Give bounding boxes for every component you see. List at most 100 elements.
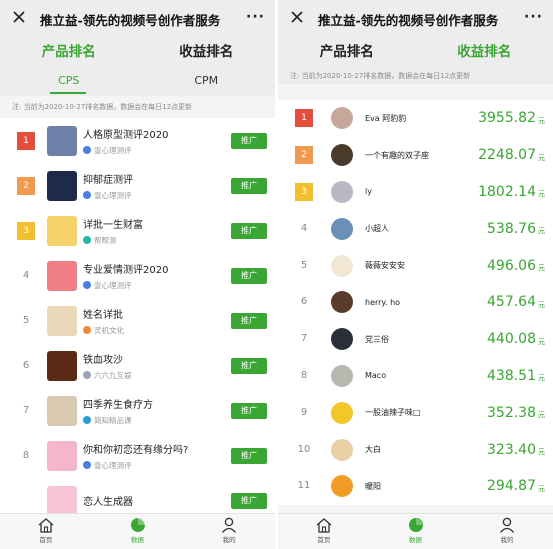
currency-unit: 元 [538,448,545,457]
earnings-row[interactable]: 10 大白 323.40 元 [278,431,553,468]
product-row[interactable]: 2 抑郁症测评 壹心理测评 推广 [0,163,275,208]
nav-me[interactable]: 我的 [461,514,553,549]
tab-product-rank[interactable]: 产品排名 [278,36,416,68]
owner-icon [83,416,91,424]
promote-button[interactable]: 推广 [231,447,267,464]
product-owner: 壹心理测评 [83,190,231,201]
product-owner: 壹心理测评 [83,145,231,156]
bottom-nav: 首页 数据 我的 [278,513,553,549]
user-name: 大白 [365,445,381,455]
product-name: 详批一生财富 [83,219,143,231]
left-screen: 推立益-领先的视频号创作者服务 ··· 产品排名 收益排名 CPS CPM 注:… [0,0,275,549]
nav-home[interactable]: 首页 [278,514,370,549]
earnings-row[interactable]: 3 ly 1802.14 元 [278,174,553,211]
nav-data[interactable]: 数据 [92,514,184,549]
sub-tabs: CPS CPM [0,68,275,96]
currency-unit: 元 [538,337,545,346]
earnings-row[interactable]: 5 薇薇安安安 496.06 元 [278,247,553,284]
subtab-underline [50,92,86,94]
close-icon[interactable] [10,8,28,26]
earnings-row[interactable]: 1 Eva 阿豹豹 3955.82 元 [278,100,553,137]
update-note: 注: 当前为2020-10-27排名数据，数据会在每日12点更新 [278,68,553,84]
rank-badge [17,492,35,510]
product-info: 抑郁症测评 壹心理测评 [83,171,231,201]
earnings-amount: 294.87 [487,478,536,495]
currency-unit: 元 [538,374,545,383]
tab-earnings-rank[interactable]: 收益排名 [138,36,276,68]
earnings-row[interactable]: 4 小超人 538.76 元 [278,210,553,247]
promote-button[interactable]: 推广 [231,492,267,509]
owner-name: 壹心理测评 [94,145,132,155]
promote-button[interactable]: 推广 [231,267,267,284]
promote-button[interactable]: 推广 [231,357,267,374]
product-row[interactable]: 5 姓名详批 灵机文化 推广 [0,298,275,343]
user-avatar [331,144,353,167]
user-avatar [331,254,353,277]
product-name: 铁血攻沙 [83,354,123,366]
owner-icon [83,326,91,334]
user-name: 薇薇安安安 [365,261,405,271]
promote-button[interactable]: 推广 [231,132,267,149]
rank-badge: 11 [297,480,311,492]
earnings-row[interactable]: 9 一股油辣子味□ 352.38 元 [278,394,553,431]
product-info: 恋人生成器 [83,493,231,508]
product-row[interactable]: 7 四季养生食疗方 简知精品课 推广 [0,388,275,433]
user-name: herry. ho [365,297,401,307]
more-icon[interactable]: ··· [524,9,543,25]
earnings-row[interactable]: 11 暖阳 294.87 元 [278,468,553,505]
product-info: 姓名详批灵机文化 [83,306,231,336]
user-avatar [331,438,353,461]
rank-badge: 6 [300,296,308,308]
product-info: 铁血攻沙 六六九互娱 [83,351,231,381]
product-info: 四季养生食疗方 简知精品课 [83,396,231,426]
right-screen: 推立益-领先的视频号创作者服务 ··· 产品排名 收益排名 注: 当前为2020… [278,0,553,549]
nav-data[interactable]: 数据 [370,514,462,549]
user-avatar [331,401,353,424]
product-owner: 灵机文化 [83,325,231,336]
tab-earnings-rank[interactable]: 收益排名 [416,36,553,68]
product-name: 姓名详批 [83,309,123,321]
owner-name: 灵机文化 [94,325,124,335]
nav-home-label: 首页 [39,536,53,544]
more-icon[interactable]: ··· [246,9,265,25]
promote-button[interactable]: 推广 [231,312,267,329]
earnings-row[interactable]: 7 党三俗 440.08 元 [278,321,553,358]
earnings-row[interactable]: 8 Maco 438.51 元 [278,358,553,395]
product-row[interactable]: 4 专业爱情测评2020 壹心理测评 推广 [0,253,275,298]
product-row[interactable]: 6 铁血攻沙 六六九互娱 推广 [0,343,275,388]
currency-unit: 元 [538,153,545,162]
rank-badge: 10 [297,443,311,455]
promote-button[interactable]: 推广 [231,177,267,194]
earnings-amount: 3955.82 [478,110,536,127]
promote-button[interactable]: 推广 [231,402,267,419]
product-thumbnail [47,305,77,336]
currency-unit: 元 [538,190,545,199]
owner-name: 壹心理测评 [94,190,132,200]
currency-unit: 元 [538,227,545,236]
product-list: 1 人格原型测评2020 壹心理测评 推广 2 抑郁症测评 壹心理测评 推广 3 详批一生财富 帮帮… [0,118,275,523]
earnings-row[interactable]: 6 herry. ho 457.64 元 [278,284,553,321]
rank-badge: 7 [300,333,308,345]
tab-product-rank[interactable]: 产品排名 [0,36,138,68]
currency-unit: 元 [538,484,545,493]
earnings-row[interactable]: 2 一个有趣的双子座 2248.07 元 [278,137,553,174]
subtab-cpm[interactable]: CPM [138,68,276,96]
earnings-amount: 457.64 [487,294,536,311]
earnings-amount: 438.51 [487,367,536,384]
nav-home[interactable]: 首页 [0,514,92,549]
product-row[interactable]: 3 详批一生财富 帮帮测 推广 [0,208,275,253]
owner-icon [83,461,91,469]
nav-me-label: 我的 [500,536,514,544]
earnings-amount: 1802.14 [478,183,536,200]
product-owner: 壹心理测评 [83,460,231,471]
nav-me[interactable]: 我的 [183,514,275,549]
promote-button[interactable]: 推广 [231,222,267,239]
product-row[interactable]: 1 人格原型测评2020 壹心理测评 推广 [0,118,275,163]
product-thumbnail [47,485,77,516]
user-avatar [331,217,353,240]
nav-home-label: 首页 [317,536,331,544]
close-icon[interactable] [288,8,306,26]
owner-name: 壹心理测评 [94,460,132,470]
product-row[interactable]: 8 你和你初恋还有缘分吗? 壹心理测评 推广 [0,433,275,478]
product-thumbnail [47,350,77,381]
